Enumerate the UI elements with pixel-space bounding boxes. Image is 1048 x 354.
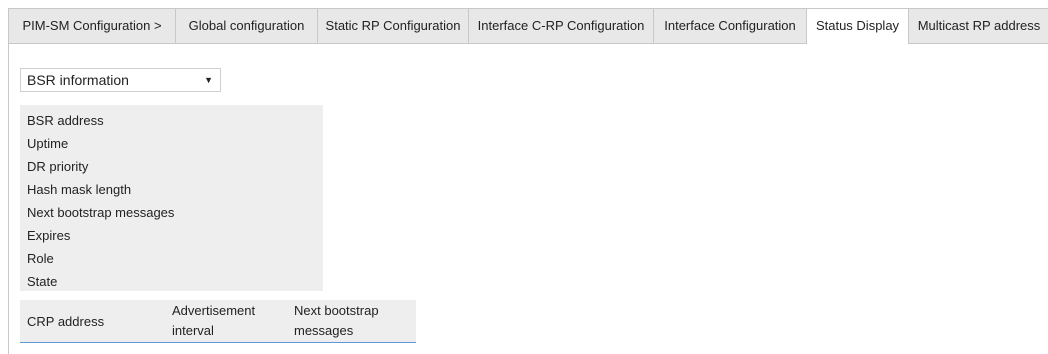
tab-pim-sm-configuration[interactable]: PIM-SM Configuration > (9, 9, 176, 43)
tab-multicast-rp-address[interactable]: Multicast RP address (909, 9, 1048, 43)
tab-bar: PIM-SM Configuration > Global configurat… (9, 9, 1048, 44)
pim-sm-window: PIM-SM Configuration > Global configurat… (8, 8, 1048, 354)
advertisement-interval-column-header-line2: interval (172, 323, 214, 338)
crp-address-column-header: CRP address (27, 314, 105, 329)
role-label: Role (27, 251, 54, 266)
next-bootstrap-messages-column-header-line2: messages (294, 323, 354, 338)
hash-mask-length-label: Hash mask length (27, 182, 132, 197)
bsr-address-label: BSR address (27, 113, 104, 128)
uptime-label: Uptime (27, 136, 69, 151)
tab-interface-configuration[interactable]: Interface Configuration (654, 9, 807, 43)
state-label: State (27, 274, 58, 289)
crp-table-header: CRP address Advertisement interval Next … (20, 300, 416, 343)
dr-priority-label: DR priority (27, 159, 89, 174)
bsr-information-table: BSR address Uptime DR priority Hash mask… (20, 105, 323, 291)
info-type-selected-value: BSR information (27, 72, 129, 88)
status-display-panel: BSR information ▼ BSR address Uptime DR … (9, 44, 1048, 354)
tab-global-configuration[interactable]: Global configuration (176, 9, 318, 43)
expires-label: Expires (27, 228, 71, 243)
info-type-select[interactable]: BSR information ▼ (20, 68, 221, 92)
dropdown-arrow-icon: ▼ (204, 75, 213, 85)
next-bootstrap-messages-label: Next bootstrap messages (27, 205, 175, 220)
tab-status-display[interactable]: Status Display (807, 9, 909, 44)
next-bootstrap-messages-column-header-line1: Next bootstrap (294, 303, 379, 318)
advertisement-interval-column-header-line1: Advertisement (172, 303, 256, 318)
tab-static-rp-configuration[interactable]: Static RP Configuration (318, 9, 469, 43)
tab-interface-c-rp-configuration[interactable]: Interface C-RP Configuration (469, 9, 654, 43)
